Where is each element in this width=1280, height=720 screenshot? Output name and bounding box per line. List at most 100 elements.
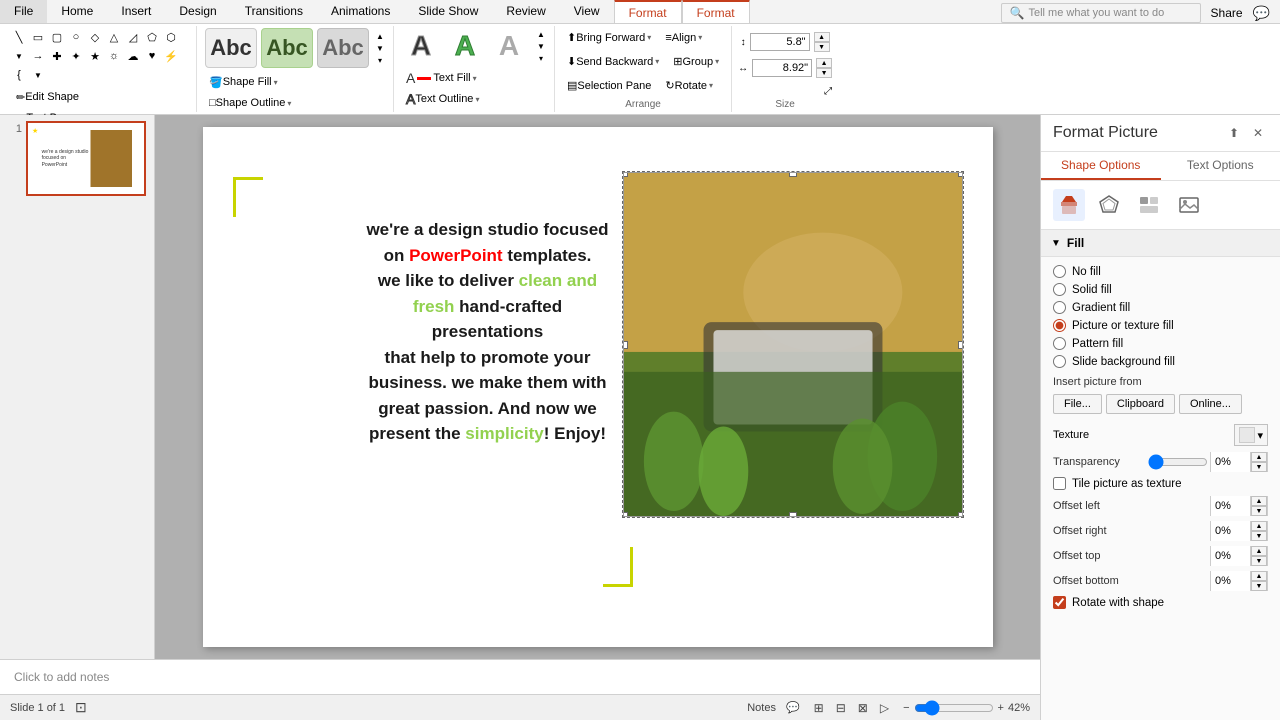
share-button[interactable]: Share (1211, 6, 1243, 20)
slide-bg-radio[interactable] (1053, 355, 1066, 368)
zoom-out-btn[interactable]: − (903, 702, 909, 714)
shape-more2-icon[interactable]: ▼ (29, 66, 47, 84)
gradient-fill-radio[interactable] (1053, 301, 1066, 314)
height-up-btn[interactable]: ▲ (814, 32, 830, 42)
zoom-in-btn[interactable]: + (998, 702, 1004, 714)
height-down-btn[interactable]: ▼ (814, 42, 830, 52)
slide-canvas[interactable]: we're a design studio focused on PowerPo… (203, 127, 993, 647)
bring-forward-button[interactable]: ⬆ Bring Forward ▾ (561, 28, 657, 48)
solid-fill-radio[interactable] (1053, 283, 1066, 296)
effects-tab-icon[interactable] (1093, 189, 1125, 221)
shape-brace-icon[interactable]: { (10, 66, 28, 84)
transp-down[interactable]: ▼ (1251, 462, 1267, 472)
tab-format-1[interactable]: Format (614, 0, 682, 23)
fill-section-header[interactable]: ▼ Fill (1041, 230, 1280, 257)
offset-top-up[interactable]: ▲ (1251, 546, 1267, 556)
size-expand-icon[interactable]: ⤢ (824, 86, 832, 97)
shape-pentagon-icon[interactable]: ⬠ (143, 28, 161, 46)
slide-canvas-wrapper[interactable]: we're a design studio focused on PowerPo… (155, 115, 1040, 659)
shape-rtriangle-icon[interactable]: ◿ (124, 28, 142, 46)
slide-sorter-btn[interactable]: ⊟ (832, 699, 850, 717)
tab-home[interactable]: Home (47, 0, 107, 23)
shape-more-icon[interactable]: ▼ (10, 47, 28, 65)
slide-image[interactable]: ↺ (623, 172, 963, 517)
shape-star5-icon[interactable]: ★ (86, 47, 104, 65)
notes-button[interactable]: Notes (747, 702, 776, 714)
shape-star4-icon[interactable]: ✦ (67, 47, 85, 65)
fit-slide-icon[interactable]: ⊡ (75, 699, 87, 716)
rotate-button[interactable]: ↻ Rotate ▾ (659, 76, 719, 96)
no-fill-radio[interactable] (1053, 265, 1066, 278)
texture-dropdown[interactable]: ▾ (1234, 424, 1268, 446)
shape-sun-icon[interactable]: ☼ (105, 47, 123, 65)
rotate-checkbox[interactable] (1053, 596, 1066, 609)
offset-top-down[interactable]: ▼ (1251, 556, 1267, 566)
tab-transitions[interactable]: Transitions (231, 0, 317, 23)
handle-tl[interactable] (623, 172, 628, 177)
transparency-slider[interactable] (1148, 454, 1208, 470)
wordart-style-1[interactable]: A (400, 26, 442, 66)
pattern-fill-option[interactable]: Pattern fill (1053, 337, 1268, 350)
rotate-checkbox-row[interactable]: Rotate with shape (1053, 596, 1268, 609)
clipboard-button[interactable]: Clipboard (1106, 394, 1175, 414)
wordart-style-3[interactable]: A (488, 26, 530, 66)
picture-texture-option[interactable]: Picture or texture fill (1053, 319, 1268, 332)
handle-br[interactable] (958, 512, 963, 517)
tab-design[interactable]: Design (165, 0, 230, 23)
offset-right-down[interactable]: ▼ (1251, 531, 1267, 541)
shape-rounded-rect-icon[interactable]: ▢ (48, 28, 66, 46)
scroll-down-arrow[interactable]: ▼ (373, 42, 387, 54)
fill-effects-tab-icon[interactable] (1053, 189, 1085, 221)
text-outline-button[interactable]: A Text Outline ▾ (400, 89, 548, 109)
reading-view-btn[interactable]: ⊠ (854, 699, 872, 717)
shape-heart-icon[interactable]: ♥ (143, 47, 161, 65)
file-button[interactable]: File... (1053, 394, 1102, 414)
tab-text-options[interactable]: Text Options (1161, 152, 1280, 180)
comments-view-icon[interactable]: 💬 (786, 701, 800, 714)
gradient-fill-option[interactable]: Gradient fill (1053, 301, 1268, 314)
offset-bottom-down[interactable]: ▼ (1251, 581, 1267, 591)
width-up-btn[interactable]: ▲ (816, 58, 832, 68)
shape-cloud-icon[interactable]: ☁ (124, 47, 142, 65)
shape-lightning-icon[interactable]: ⚡ (162, 47, 180, 65)
transparency-input[interactable] (1211, 452, 1251, 472)
wordart-style-2[interactable]: A (444, 26, 486, 66)
no-fill-option[interactable]: No fill (1053, 265, 1268, 278)
slide-bg-option[interactable]: Slide background fill (1053, 355, 1268, 368)
picture-tab-icon[interactable] (1173, 189, 1205, 221)
tab-file[interactable]: File (0, 0, 47, 23)
offset-right-up[interactable]: ▲ (1251, 521, 1267, 531)
group-button[interactable]: ⊞ Group ▾ (667, 52, 725, 72)
shape-outline-button[interactable]: □ Shape Outline ▾ (203, 93, 387, 113)
layout-tab-icon[interactable] (1133, 189, 1165, 221)
edit-shape-button[interactable]: ✏ Edit Shape (10, 87, 85, 107)
wordart-scroll-expand[interactable]: ▾ (534, 52, 548, 64)
shape-hex-icon[interactable]: ⬡ (162, 28, 180, 46)
wordart-scroll[interactable]: ▲ ▼ ▾ (534, 28, 548, 64)
normal-view-btn[interactable]: ⊞ (810, 699, 828, 717)
shape-circle-icon[interactable]: ○ (67, 28, 85, 46)
pattern-fill-radio[interactable] (1053, 337, 1066, 350)
handle-bc[interactable] (789, 512, 797, 517)
offset-left-input[interactable] (1211, 496, 1251, 516)
offset-bottom-input[interactable] (1211, 571, 1251, 591)
slideshow-btn[interactable]: ▷ (876, 699, 893, 717)
tab-review[interactable]: Review (492, 0, 559, 23)
tab-slideshow[interactable]: Slide Show (404, 0, 492, 23)
scroll-expand-arrow[interactable]: ▾ (373, 54, 387, 66)
solid-fill-option[interactable]: Solid fill (1053, 283, 1268, 296)
wordart-scroll-down[interactable]: ▼ (534, 40, 548, 52)
wordart-scroll-up[interactable]: ▲ (534, 28, 548, 40)
tab-shape-options[interactable]: Shape Options (1041, 152, 1161, 180)
shape-cross-icon[interactable]: ✚ (48, 47, 66, 65)
offset-left-down[interactable]: ▼ (1251, 506, 1267, 516)
handle-bl[interactable] (623, 512, 628, 517)
shape-rect-icon[interactable]: ▭ (29, 28, 47, 46)
scroll-up-arrow[interactable]: ▲ (373, 30, 387, 42)
tab-insert[interactable]: Insert (107, 0, 165, 23)
shape-style-3[interactable]: Abc (317, 28, 369, 68)
width-input[interactable] (752, 59, 812, 77)
tab-view[interactable]: View (560, 0, 614, 23)
search-bar[interactable]: 🔍 Tell me what you want to do (1001, 3, 1201, 23)
handle-tr[interactable] (958, 172, 963, 177)
